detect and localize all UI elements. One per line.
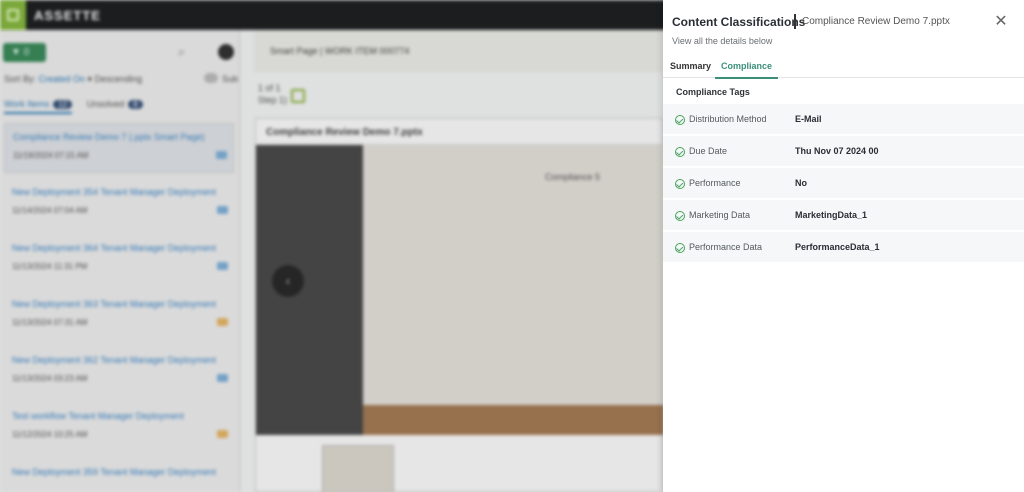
title-divider	[794, 14, 796, 29]
close-icon[interactable]: ✕	[993, 14, 1009, 30]
check-circle-icon	[675, 115, 685, 125]
tag-label: Performance Data	[689, 242, 763, 252]
tag-value: E-Mail	[795, 114, 822, 124]
tag-label: Marketing Data	[689, 210, 751, 220]
tag-label: Performance	[689, 178, 741, 188]
compliance-tag-row: Marketing Data MarketingData_1	[663, 200, 1024, 231]
app-logo	[0, 0, 26, 30]
section-title: Compliance Tags	[676, 87, 750, 97]
tag-value: PerformanceData_1	[795, 242, 880, 252]
drawer-subtitle: View all the details below	[672, 36, 773, 46]
tab-summary[interactable]: Summary	[670, 61, 711, 77]
check-circle-icon	[675, 211, 685, 221]
check-circle-icon	[675, 243, 685, 253]
compliance-tag-row: Due Date Thu Nov 07 2024 00	[663, 136, 1024, 167]
compliance-tag-row: Distribution Method E-Mail	[663, 104, 1024, 135]
tag-label: Distribution Method	[689, 114, 767, 124]
modal-overlay[interactable]	[0, 30, 663, 492]
drawer-file-name: Compliance Review Demo 7.pptx	[802, 16, 950, 27]
compliance-tag-row: Performance No	[663, 168, 1024, 199]
brand-name: ASSETTE	[34, 8, 101, 23]
tag-value: No	[795, 178, 807, 188]
drawer-title: Content Classifications	[672, 15, 806, 29]
check-circle-icon	[675, 147, 685, 157]
drawer-tabs: Summary Compliance	[663, 57, 1024, 79]
content-classifications-drawer: Content Classifications Compliance Revie…	[663, 0, 1024, 492]
compliance-tag-row: Performance Data PerformanceData_1	[663, 232, 1024, 263]
check-circle-icon	[675, 179, 685, 189]
tag-label: Due Date	[689, 146, 728, 156]
tag-value: MarketingData_1	[795, 210, 868, 220]
tab-compliance[interactable]: Compliance	[715, 61, 779, 79]
tag-value: Thu Nov 07 2024 00	[795, 146, 879, 156]
